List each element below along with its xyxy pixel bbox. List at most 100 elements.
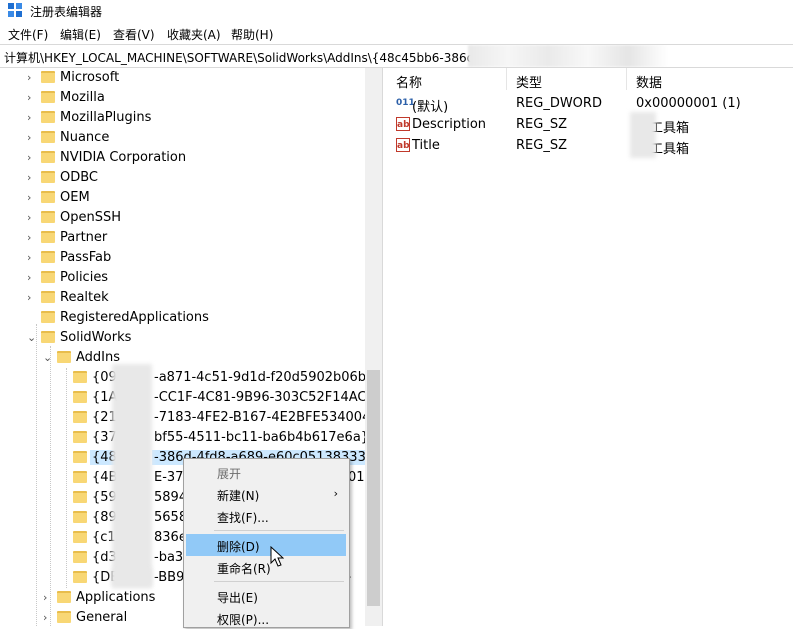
folder-icon bbox=[57, 591, 71, 603]
folder-open-icon bbox=[41, 331, 55, 343]
column-header-data[interactable]: 数据 bbox=[636, 72, 662, 91]
menu-separator bbox=[214, 581, 344, 582]
folder-icon bbox=[41, 171, 55, 183]
registry-editor-icon bbox=[8, 3, 22, 17]
redacted-area bbox=[468, 45, 668, 67]
chevron-right-icon[interactable]: › bbox=[27, 231, 37, 244]
chevron-right-icon[interactable]: › bbox=[27, 211, 37, 224]
menu-favorites[interactable]: 收藏夹(A) bbox=[167, 26, 221, 43]
folder-icon bbox=[57, 611, 71, 623]
menu-view[interactable]: 查看(V) bbox=[113, 26, 155, 43]
string-value-icon: ab bbox=[396, 138, 410, 152]
folder-icon bbox=[73, 471, 87, 483]
pane-splitter[interactable] bbox=[382, 68, 387, 626]
menu-item-expand[interactable]: 展开 bbox=[186, 461, 346, 483]
redacted-area bbox=[112, 568, 152, 588]
tree-item-microsoft[interactable]: › Microsoft bbox=[0, 68, 365, 88]
folder-open-icon bbox=[57, 351, 71, 363]
menu-item-new[interactable]: 新建(N) › bbox=[186, 483, 346, 505]
tree-item-addin-key[interactable]: {37 bf55-4511-bc11-ba6b4b617e6a} bbox=[0, 428, 369, 448]
folder-icon bbox=[41, 111, 55, 123]
folder-icon bbox=[41, 271, 55, 283]
folder-icon bbox=[73, 431, 87, 443]
folder-icon bbox=[73, 571, 87, 583]
tree-item-solidworks[interactable]: ⌄ SolidWorks bbox=[0, 328, 365, 348]
menu-help[interactable]: 帮助(H) bbox=[231, 26, 273, 43]
tree-item-realtek[interactable]: › Realtek bbox=[0, 288, 365, 308]
tree-item-addins[interactable]: ⌄ AddIns bbox=[0, 348, 365, 368]
value-row[interactable]: ab Title REG_SZ 工具箱 bbox=[388, 136, 793, 157]
chevron-right-icon[interactable]: › bbox=[27, 151, 37, 164]
folder-icon bbox=[41, 311, 55, 323]
folder-icon bbox=[73, 391, 87, 403]
folder-icon bbox=[41, 291, 55, 303]
tree-item-odbc[interactable]: › ODBC bbox=[0, 168, 365, 188]
context-menu: 展开 新建(N) › 查找(F)... 删除(D) 重命名(R) 导出(E) 权… bbox=[183, 458, 350, 628]
mouse-pointer-icon bbox=[270, 546, 284, 567]
tree-item-mozilla[interactable]: › Mozilla bbox=[0, 88, 365, 108]
folder-icon bbox=[41, 211, 55, 223]
value-list: 名称 类型 数据 011 (默认) REG_DWORD 0x00000001 (… bbox=[388, 68, 793, 626]
tree-item-partner[interactable]: › Partner bbox=[0, 228, 365, 248]
chevron-right-icon[interactable]: › bbox=[27, 291, 37, 304]
folder-icon bbox=[41, 71, 55, 83]
column-header-type[interactable]: 类型 bbox=[516, 72, 542, 91]
column-divider[interactable] bbox=[506, 68, 507, 90]
tree-item-addin-key[interactable]: {1A -CC1F-4C81-9B96-303C52F14AC3} bbox=[0, 388, 382, 408]
chevron-right-icon[interactable]: › bbox=[27, 271, 37, 284]
menu-item-export[interactable]: 导出(E) bbox=[186, 585, 346, 607]
tree-item-nuance[interactable]: › Nuance bbox=[0, 128, 365, 148]
tree-item-openssh[interactable]: › OpenSSH bbox=[0, 208, 365, 228]
menu-bar: 文件(F) 编辑(E) 查看(V) 收藏夹(A) 帮助(H) bbox=[0, 22, 793, 44]
redacted-area bbox=[630, 112, 656, 158]
folder-icon bbox=[73, 451, 87, 463]
menu-file[interactable]: 文件(F) bbox=[8, 26, 48, 43]
folder-icon bbox=[73, 551, 87, 563]
redacted-area bbox=[112, 364, 152, 586]
folder-icon bbox=[41, 191, 55, 203]
tree-item-mozillaplugins[interactable]: › MozillaPlugins bbox=[0, 108, 365, 128]
string-value-icon: ab bbox=[396, 117, 410, 131]
chevron-right-icon[interactable]: › bbox=[43, 611, 53, 624]
column-divider[interactable] bbox=[626, 68, 627, 90]
menu-item-rename[interactable]: 重命名(R) bbox=[186, 556, 346, 578]
chevron-right-icon[interactable]: › bbox=[27, 111, 37, 124]
menu-separator bbox=[214, 530, 344, 531]
address-path: 计算机\HKEY_LOCAL_MACHINE\SOFTWARE\SolidWor… bbox=[4, 51, 475, 65]
value-row[interactable]: 011 (默认) REG_DWORD 0x00000001 (1) bbox=[388, 94, 793, 115]
folder-icon bbox=[41, 131, 55, 143]
value-row[interactable]: ab Description REG_SZ 工具箱 bbox=[388, 115, 793, 136]
folder-icon bbox=[73, 491, 87, 503]
chevron-right-icon[interactable]: › bbox=[27, 191, 37, 204]
tree-item-passfab[interactable]: › PassFab bbox=[0, 248, 365, 268]
chevron-right-icon[interactable]: › bbox=[27, 251, 37, 264]
chevron-right-icon[interactable]: › bbox=[27, 131, 37, 144]
folder-icon bbox=[73, 371, 87, 383]
window-title: 注册表编辑器 bbox=[30, 5, 103, 19]
folder-icon bbox=[41, 91, 55, 103]
tree-item-registeredapplications[interactable]: RegisteredApplications bbox=[0, 308, 365, 328]
column-header-name[interactable]: 名称 bbox=[396, 72, 422, 91]
tree-item-oem[interactable]: › OEM bbox=[0, 188, 365, 208]
chevron-right-icon[interactable]: › bbox=[27, 171, 37, 184]
tree-item-policies[interactable]: › Policies bbox=[0, 268, 365, 288]
tree-item-addin-key[interactable]: {09a -a871-4c51-9d1d-f20d5902b06b} bbox=[0, 368, 374, 388]
chevron-right-icon[interactable]: › bbox=[27, 91, 37, 104]
chevron-down-icon[interactable]: ⌄ bbox=[43, 351, 53, 364]
chevron-down-icon[interactable]: ⌄ bbox=[27, 331, 37, 344]
address-bar[interactable]: 计算机\HKEY_LOCAL_MACHINE\SOFTWARE\SolidWor… bbox=[0, 44, 793, 68]
chevron-right-icon[interactable]: › bbox=[27, 71, 37, 84]
folder-icon bbox=[41, 231, 55, 243]
tree-item-nvidia[interactable]: › NVIDIA Corporation bbox=[0, 148, 365, 168]
menu-edit[interactable]: 编辑(E) bbox=[60, 26, 101, 43]
chevron-right-icon[interactable]: › bbox=[43, 591, 53, 604]
binary-value-icon: 011 bbox=[396, 98, 415, 108]
menu-item-delete[interactable]: 删除(D) bbox=[186, 534, 346, 556]
tree-scrollbar-thumb[interactable] bbox=[367, 370, 380, 606]
title-bar: 注册表编辑器 bbox=[0, 0, 793, 22]
menu-item-find[interactable]: 查找(F)... bbox=[186, 505, 346, 527]
folder-icon bbox=[73, 411, 87, 423]
folder-icon bbox=[73, 531, 87, 543]
folder-icon bbox=[73, 511, 87, 523]
tree-item-addin-key[interactable]: {21 -7183-4FE2-B167-4E2BFE534004} bbox=[0, 408, 379, 428]
